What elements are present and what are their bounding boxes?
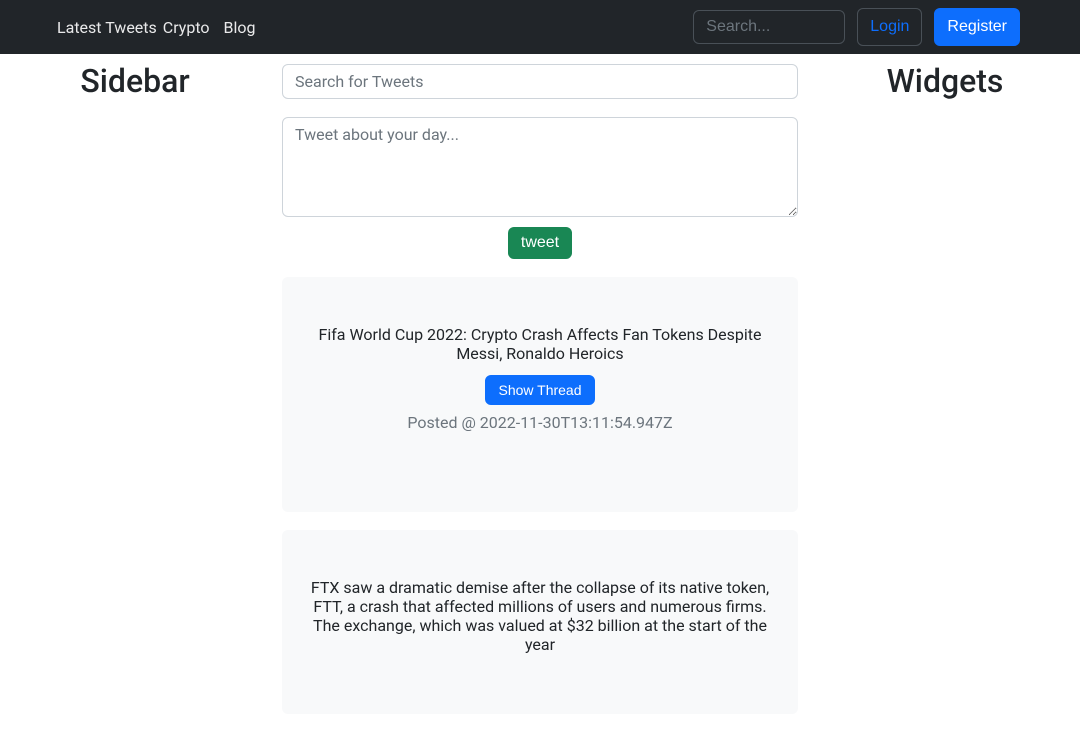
sidebar: Sidebar <box>0 58 270 732</box>
search-tweets-input[interactable] <box>282 64 798 99</box>
tweet-button[interactable]: tweet <box>508 227 572 259</box>
nav-right: Login Register <box>693 8 1064 46</box>
nav-left: Latest Tweets Crypto Blog <box>16 18 258 37</box>
sidebar-title: Sidebar <box>12 62 258 100</box>
widgets-title: Widgets <box>822 62 1068 100</box>
widgets: Widgets <box>810 58 1080 732</box>
tweet-card: Fifa World Cup 2022: Crypto Crash Affect… <box>282 277 798 512</box>
show-thread-button[interactable]: Show Thread <box>485 375 594 405</box>
tweet-posted: Posted @ 2022-11-30T13:11:54.947Z <box>306 413 774 432</box>
tweet-card: FTX saw a dramatic demise after the coll… <box>282 530 798 714</box>
compose-textarea[interactable] <box>282 117 798 217</box>
tweet-title: Fifa World Cup 2022: Crypto Crash Affect… <box>306 325 774 363</box>
nav-link-latest-tweets[interactable]: Latest Tweets <box>54 18 160 37</box>
search-input[interactable] <box>693 10 845 44</box>
tweet-button-row: tweet <box>282 227 798 259</box>
login-button[interactable]: Login <box>857 8 922 46</box>
navbar: Latest Tweets Crypto Blog Login Register <box>0 0 1080 54</box>
nav-link-blog[interactable]: Blog <box>221 18 259 37</box>
nav-link-crypto[interactable]: Crypto <box>160 18 213 37</box>
tweet-title: FTX saw a dramatic demise after the coll… <box>306 578 774 654</box>
register-button[interactable]: Register <box>934 8 1020 46</box>
main: tweet Fifa World Cup 2022: Crypto Crash … <box>270 58 810 732</box>
container: Sidebar tweet Fifa World Cup 2022: Crypt… <box>0 54 1080 732</box>
